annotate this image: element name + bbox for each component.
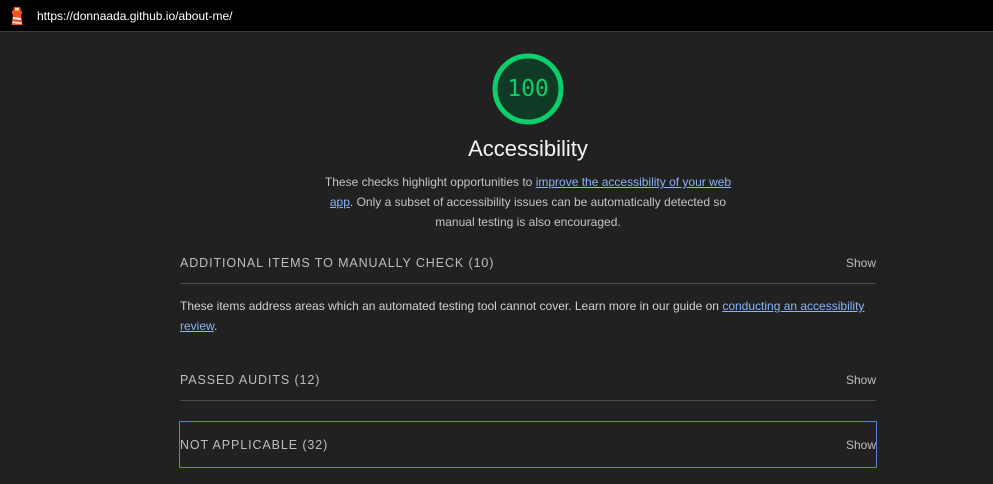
manual-check-description: These items address areas which an autom… — [180, 296, 880, 336]
not-applicable-group-title: NOT APPLICABLE (32) — [180, 437, 329, 452]
manual-check-description-text: These items address areas which an autom… — [180, 299, 723, 313]
manual-check-group-title: ADDITIONAL ITEMS TO MANUALLY CHECK (10) — [180, 255, 495, 270]
manual-check-show-button[interactable]: Show — [846, 256, 876, 270]
passed-audits-group-header[interactable]: PASSED AUDITS (12) Show — [180, 359, 876, 401]
passed-audits-show-button[interactable]: Show — [846, 373, 876, 387]
page-url[interactable]: https://donnaada.github.io/about-me/ — [37, 9, 232, 23]
passed-audits-group-title: PASSED AUDITS (12) — [180, 372, 321, 387]
score-value: 100 — [507, 76, 549, 102]
not-applicable-show-button[interactable]: Show — [846, 438, 876, 452]
browser-toolbar: https://donnaada.github.io/about-me/ — [0, 0, 993, 32]
not-applicable-group-header[interactable]: NOT APPLICABLE (32) Show — [179, 421, 877, 468]
category-description: These checks highlight opportunities to … — [318, 172, 738, 232]
category-title: Accessibility — [468, 136, 588, 161]
category-description-text: These checks highlight opportunities to — [324, 175, 536, 189]
lighthouse-icon — [11, 7, 23, 25]
category-description-text-end: . Only a subset of accessibility issues … — [349, 195, 727, 229]
manual-check-group-header[interactable]: ADDITIONAL ITEMS TO MANUALLY CHECK (10) … — [180, 242, 876, 284]
manual-check-description-end: . — [214, 319, 218, 333]
